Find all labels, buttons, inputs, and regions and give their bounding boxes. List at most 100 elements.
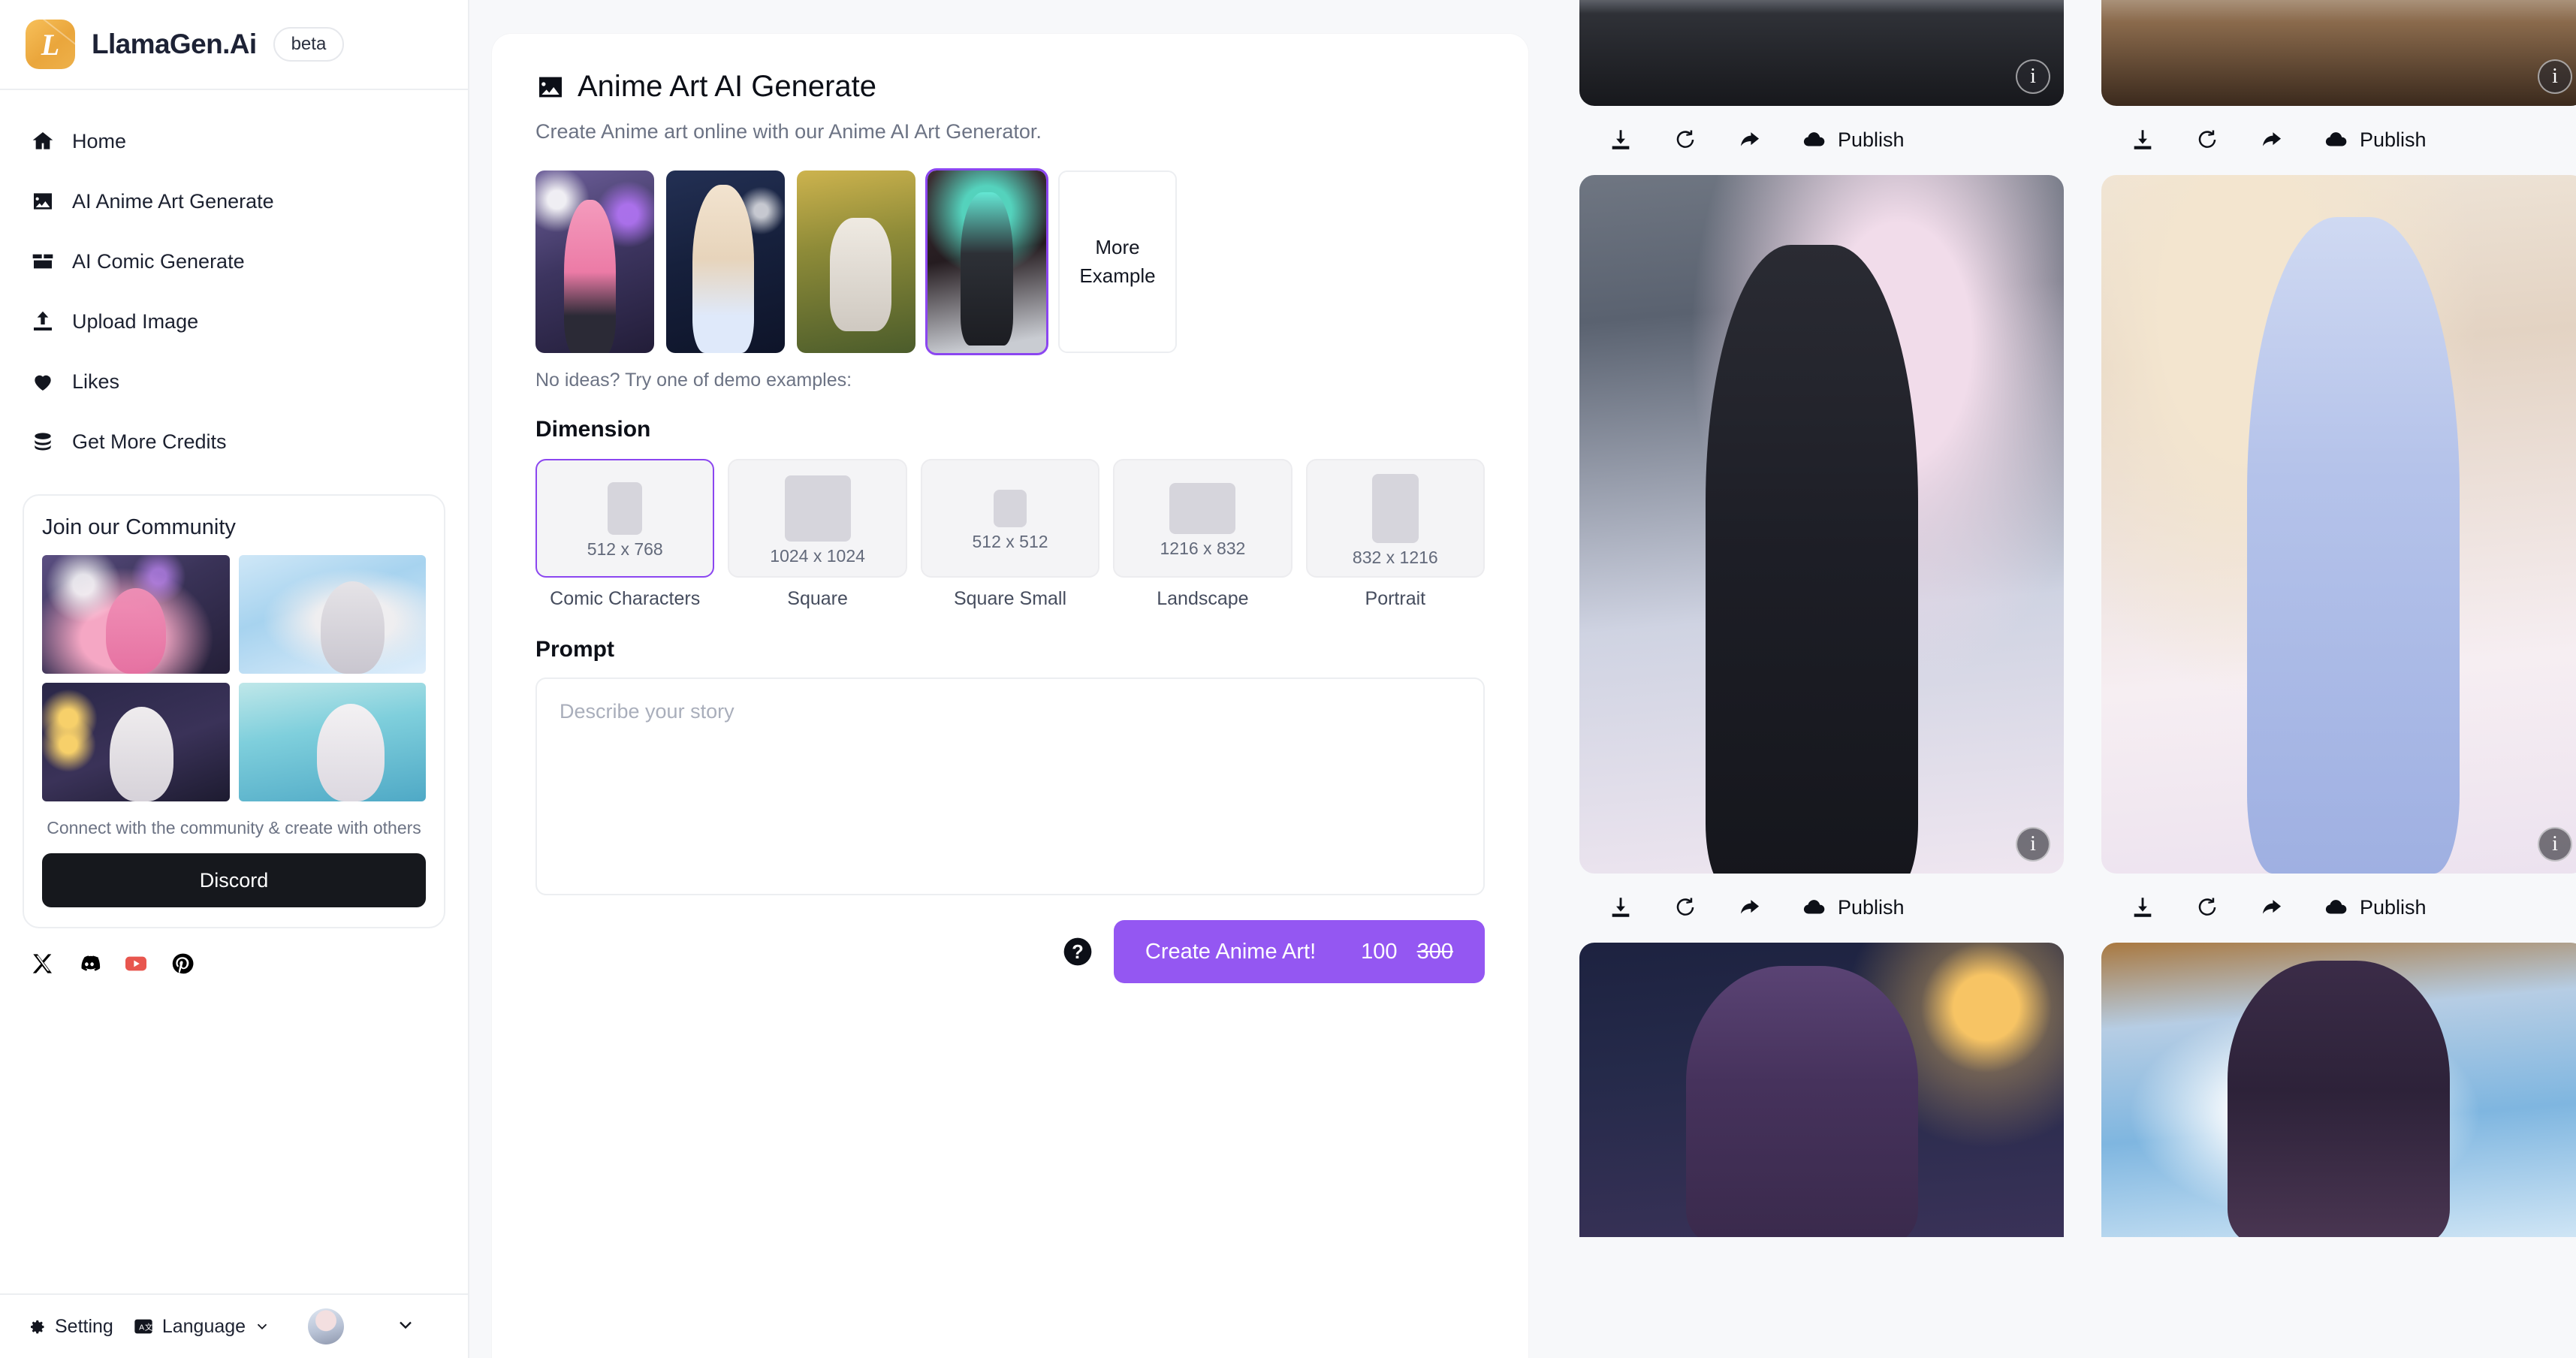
setting-button[interactable]: Setting (26, 1316, 113, 1338)
regenerate-button[interactable] (1673, 127, 1698, 152)
dimension-size: 1024 x 1024 (770, 545, 865, 566)
gallery-card (2101, 943, 2576, 1237)
gallery-card: i Publish (1579, 0, 2064, 175)
example-thumbnail-selected[interactable] (925, 168, 1048, 355)
page-title: Anime Art AI Generate (535, 70, 1485, 104)
sidebar-item-label: AI Comic Generate (72, 249, 245, 273)
generated-image[interactable]: i (2101, 0, 2576, 106)
download-button[interactable] (1608, 127, 1633, 152)
generated-image[interactable] (2101, 943, 2576, 1237)
download-button[interactable] (2130, 895, 2155, 920)
dimension-preview-shape (994, 489, 1027, 527)
youtube-icon[interactable] (123, 951, 149, 976)
share-button[interactable] (2259, 127, 2285, 152)
download-button[interactable] (1608, 895, 1633, 920)
image-info-icon[interactable]: i (2016, 827, 2050, 862)
dimension-option-portrait[interactable]: 832 x 1216 Portrait (1305, 459, 1486, 610)
brand-name: LlamaGen.Ai (92, 29, 257, 59)
prompt-input[interactable] (535, 677, 1485, 895)
image-info-icon[interactable]: i (2538, 59, 2572, 94)
credits-was: 300 (1416, 939, 1453, 964)
generated-image[interactable]: i (1579, 0, 2064, 106)
example-thumbnail[interactable] (535, 171, 654, 353)
dimension-options: 512 x 768 Comic Characters 1024 x 1024 S… (535, 459, 1486, 610)
publish-button[interactable]: Publish (2324, 895, 2427, 920)
home-icon (30, 128, 56, 154)
publish-button[interactable]: Publish (1802, 127, 1905, 152)
generate-action-row: ? Create Anime Art! 100 300 (535, 920, 1485, 983)
sidebar-item-ai-comic-generate[interactable]: AI Comic Generate (0, 231, 468, 291)
regenerate-button[interactable] (2194, 895, 2220, 920)
generated-image[interactable]: i (1579, 175, 2064, 874)
community-thumb[interactable] (238, 555, 426, 674)
publish-label: Publish (2360, 128, 2427, 151)
image-toolbar: Publish (2101, 874, 2576, 943)
pinterest-icon[interactable] (170, 951, 195, 976)
discord-button[interactable]: Discord (42, 853, 426, 907)
llamagen-logo-icon[interactable]: L (26, 20, 75, 69)
generated-image[interactable]: i (2101, 175, 2576, 874)
share-button[interactable] (2259, 895, 2285, 920)
community-title: Join our Community (42, 515, 236, 539)
avatar[interactable] (308, 1308, 345, 1344)
download-button[interactable] (2130, 127, 2155, 152)
dimension-preview-shape (784, 475, 851, 542)
sidebar-item-get-more-credits[interactable]: Get More Credits (0, 412, 468, 472)
regenerate-button[interactable] (1673, 895, 1698, 920)
x-icon[interactable] (30, 951, 56, 976)
dimension-option-square[interactable]: 1024 x 1024 Square (728, 459, 907, 610)
sidebar-item-upload-image[interactable]: Upload Image (0, 291, 468, 352)
image-toolbar: Publish (1579, 106, 2064, 175)
dimension-option-landscape[interactable]: 1216 x 832 Landscape (1113, 459, 1293, 610)
dimension-name: Landscape (1157, 588, 1249, 609)
sidebar-item-likes[interactable]: Likes (0, 352, 468, 412)
dimension-option-comic-characters[interactable]: 512 x 768 Comic Characters (535, 459, 715, 610)
publish-button[interactable]: Publish (1802, 895, 1905, 920)
sidebar-item-label: Get More Credits (72, 430, 227, 453)
gallery-row (1579, 943, 2576, 1237)
download-icon (1612, 898, 1630, 917)
image-info-icon[interactable]: i (2538, 827, 2572, 862)
cloud-icon (1803, 132, 1825, 146)
dimension-name: Portrait (1365, 588, 1426, 609)
share-icon (2262, 900, 2282, 914)
publish-label: Publish (1838, 895, 1905, 919)
sidebar-item-label: AI Anime Art Generate (72, 189, 274, 213)
dimension-name: Square Small (953, 588, 1067, 609)
share-button[interactable] (1737, 895, 1763, 920)
refresh-icon (1676, 130, 1694, 148)
sidebar-item-label: Home (72, 129, 127, 152)
dimension-size: 512 x 512 (972, 531, 1048, 551)
community-thumb[interactable] (42, 683, 230, 801)
gallery-row: i Publish i Publish (1579, 175, 2576, 943)
svg-text:?: ? (1072, 942, 1084, 963)
generated-image[interactable] (1579, 943, 2064, 1237)
create-anime-art-button[interactable]: Create Anime Art! 100 300 (1113, 920, 1485, 983)
community-thumb[interactable] (238, 683, 426, 801)
sidebar-item-ai-anime-art-generate[interactable]: AI Anime Art Generate (0, 171, 468, 231)
regenerate-button[interactable] (2194, 127, 2220, 152)
community-thumb[interactable] (42, 555, 230, 674)
discord-icon[interactable] (77, 951, 102, 976)
sidebar-item-home[interactable]: Home (0, 111, 468, 171)
example-thumbnail[interactable] (666, 171, 785, 353)
dimension-size: 1216 x 832 (1160, 538, 1246, 558)
dimension-size: 832 x 1216 (1352, 547, 1438, 567)
more-example-button[interactable]: More Example (1058, 171, 1177, 353)
account-menu-chevron-down-icon[interactable] (395, 1314, 416, 1339)
image-info-icon[interactable]: i (2016, 59, 2050, 94)
dimension-option-square-small[interactable]: 512 x 512 Square Small (920, 459, 1100, 610)
community-thumb-grid (42, 555, 426, 801)
sidebar-item-label: Upload Image (72, 309, 199, 333)
question-mark-icon[interactable]: ? (1061, 935, 1094, 968)
publish-button[interactable]: Publish (2324, 127, 2427, 152)
sidebar-footer: Setting A文 Language (0, 1293, 468, 1358)
share-button[interactable] (1737, 127, 1763, 152)
page-subtitle: Create Anime art online with our Anime A… (535, 120, 1042, 143)
download-icon (2134, 130, 2152, 149)
refresh-icon (1676, 898, 1694, 916)
example-thumbnail[interactable] (797, 171, 915, 353)
language-selector[interactable]: A文 Language (133, 1316, 270, 1338)
beta-badge: beta (273, 27, 345, 62)
demo-hint: No ideas? Try one of demo examples: (535, 370, 852, 391)
